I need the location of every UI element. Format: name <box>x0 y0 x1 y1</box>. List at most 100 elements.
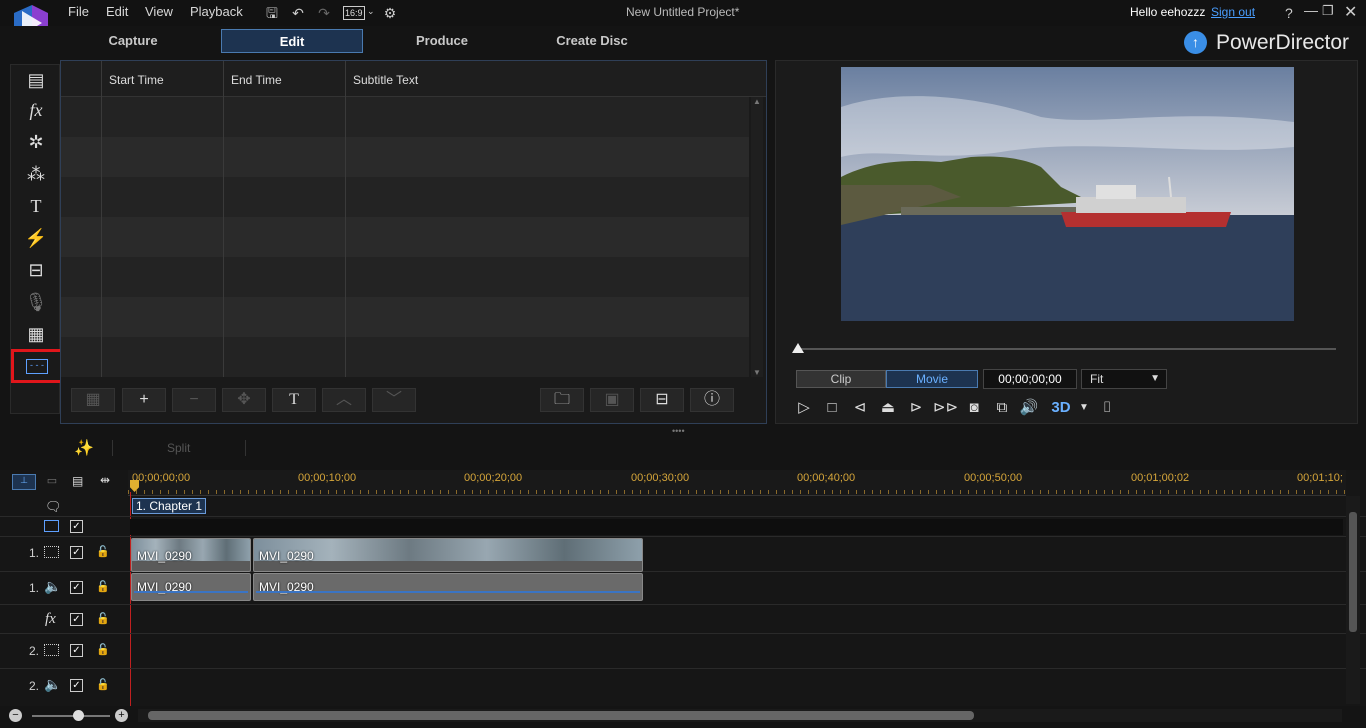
tab-create-disc[interactable]: Create Disc <box>521 29 663 53</box>
play-icon[interactable]: ▷ <box>793 397 815 419</box>
zoom-fit-select[interactable]: Fit ▼ <box>1081 369 1167 389</box>
snapshot-icon[interactable]: ◙ <box>963 397 985 419</box>
lock-icon[interactable]: 🔓 <box>96 612 110 625</box>
previous-frame-icon[interactable]: ⊲ <box>849 397 871 419</box>
upload-icon[interactable]: ↑ <box>1184 31 1207 54</box>
lock-icon[interactable]: 🔓 <box>96 545 110 558</box>
clip-mode-tab[interactable]: Clip <box>796 370 886 388</box>
video-clip[interactable]: MVI_0290 <box>253 538 643 572</box>
sign-out-link[interactable]: Sign out <box>1211 5 1255 19</box>
import-subtitle-button[interactable]: ▦ <box>71 388 115 412</box>
preview-seek-handle[interactable] <box>792 343 804 353</box>
room-sidebar: ▤ fx ✲ ⁂ T ⚡ ⊟ 🎙 ▦ - - - <box>10 64 63 414</box>
preview-seek-track[interactable] <box>796 348 1336 350</box>
split-button[interactable]: Split <box>167 441 190 455</box>
audio-clip[interactable]: MVI_0290 <box>131 573 251 601</box>
ruler-bar[interactable]: 00;00;00;00 00;00;10;00 00;00;20;00 00;0… <box>128 470 1346 496</box>
help-icon[interactable]: ? <box>1285 5 1293 21</box>
video-track-2-checkbox[interactable]: ✓ <box>70 644 83 657</box>
info-button[interactable]: ⓘ <box>690 388 734 412</box>
video-track-1-checkbox[interactable]: ✓ <box>70 546 83 559</box>
remove-subtitle-button[interactable]: − <box>172 388 216 412</box>
table-scrollbar[interactable]: ▲ ▼ <box>751 97 763 377</box>
chevron-down-icon: ▼ <box>1150 373 1160 384</box>
add-subtitle-button[interactable]: + <box>122 388 166 412</box>
column-divider <box>61 61 102 377</box>
export-subtitle-button[interactable]: ▣ <box>590 388 634 412</box>
fast-forward-icon[interactable]: ⊳⊳ <box>933 397 958 419</box>
subtitle-settings-button[interactable]: ⊟ <box>640 388 684 412</box>
chevron-down-icon[interactable]: ▼ <box>1073 397 1095 419</box>
lock-icon[interactable]: 🔓 <box>96 643 110 656</box>
title-room-icon[interactable]: T <box>21 193 51 219</box>
fit-timeline-icon[interactable]: ⇹ <box>100 473 110 487</box>
zoom-out-icon[interactable]: − <box>9 709 22 722</box>
zoom-slider-track[interactable] <box>32 715 110 717</box>
subtitle-track-checkbox[interactable]: ✓ <box>70 520 83 533</box>
menu-edit[interactable]: Edit <box>106 4 128 19</box>
tab-edit[interactable]: Edit <box>221 29 363 53</box>
audio-track-1-checkbox[interactable]: ✓ <box>70 581 83 594</box>
timecode-display[interactable]: 00;00;00;00 <box>983 369 1077 389</box>
track-view-icon[interactable]: ⊥ <box>12 474 36 490</box>
ruler-tick-label: 00;01;00;02 <box>1131 472 1190 484</box>
undo-icon[interactable]: ↶ <box>288 3 308 23</box>
move-up-button[interactable]: ︿ <box>322 388 366 412</box>
menu-view[interactable]: View <box>145 4 173 19</box>
stop-icon[interactable]: □ <box>821 397 843 419</box>
next-frame-icon[interactable]: ⊳ <box>905 397 927 419</box>
mark-in-icon[interactable]: ⏏ <box>877 397 899 419</box>
lock-icon[interactable]: 🔓 <box>96 580 110 593</box>
merge-subtitle-button[interactable]: ✥ <box>222 388 266 412</box>
close-icon[interactable]: ✕ <box>1344 2 1357 22</box>
cast-icon[interactable]: ⌷ <box>1096 397 1118 419</box>
transition-room-icon[interactable]: ⚡ <box>21 225 51 251</box>
settings-icon[interactable]: ⚙ <box>380 3 400 23</box>
chapter-room-icon[interactable]: ▦ <box>21 321 51 347</box>
magic-tools-icon[interactable]: ✨ <box>74 438 94 458</box>
audio-mixing-room-icon[interactable]: ⊟ <box>21 257 51 283</box>
minimize-icon[interactable]: — <box>1304 2 1318 18</box>
redo-icon[interactable]: ↷ <box>314 3 334 23</box>
voice-over-room-icon[interactable]: 🎙 <box>21 289 51 315</box>
preview-panel: Clip Movie 00;00;00;00 Fit ▼ ▷ □ ⊲ ⏏ ⊳ ⊳… <box>775 60 1358 424</box>
track-manager-icon[interactable]: ▤ <box>72 474 83 488</box>
media-room-icon[interactable]: ▤ <box>21 67 51 93</box>
menu-playback[interactable]: Playback <box>190 4 243 19</box>
subtitle-room-icon[interactable]: - - - <box>11 349 63 383</box>
column-divider <box>102 61 224 377</box>
timeline-hscroll[interactable] <box>138 709 1342 722</box>
audio-track-2-checkbox[interactable]: ✓ <box>70 679 83 692</box>
subtitle-track-lane[interactable] <box>130 519 1343 535</box>
pip-room-icon[interactable]: ✲ <box>21 129 51 155</box>
chapter-marker[interactable]: 1. Chapter 1 <box>132 498 207 514</box>
movie-mode-tab[interactable]: Movie <box>886 370 978 388</box>
video-clip[interactable]: MVI_0290 <box>131 538 251 572</box>
restore-icon[interactable]: ❐ <box>1322 3 1334 19</box>
volume-icon[interactable]: 🔊 <box>1018 397 1040 419</box>
chevron-down-icon[interactable]: ⌄ <box>367 6 375 17</box>
stereo-3d-button[interactable]: 3D <box>1050 397 1072 419</box>
particle-room-icon[interactable]: ⁂ <box>21 161 51 187</box>
open-file-button[interactable]: 🗀 <box>540 388 584 412</box>
tab-produce[interactable]: Produce <box>371 29 513 53</box>
timeline-vscroll[interactable] <box>1346 496 1360 704</box>
move-down-button[interactable]: ﹀ <box>372 388 416 412</box>
fx-track-checkbox[interactable]: ✓ <box>70 613 83 626</box>
tab-capture[interactable]: Capture <box>62 29 204 53</box>
storyboard-view-icon[interactable]: ▭ <box>42 474 62 490</box>
audio-clip[interactable]: MVI_0290 <box>253 573 643 601</box>
save-icon[interactable]: 🖫 <box>262 3 282 23</box>
text-format-button[interactable]: T <box>272 388 316 412</box>
video-track-icon <box>44 546 59 558</box>
undock-icon[interactable]: ⧉ <box>991 397 1013 419</box>
zoom-in-icon[interactable]: + <box>115 709 128 722</box>
resize-handle[interactable]: •••• <box>672 426 685 436</box>
lock-icon[interactable]: 🔓 <box>96 678 110 691</box>
zoom-slider-handle[interactable] <box>73 710 84 721</box>
aspect-ratio-button[interactable]: 16:9 <box>343 6 365 20</box>
fx-room-icon[interactable]: fx <box>21 97 51 123</box>
track-number: 2. <box>29 679 40 693</box>
menu-file[interactable]: File <box>68 4 89 19</box>
ruler-tick-label: 00;01;10; <box>1297 472 1343 484</box>
